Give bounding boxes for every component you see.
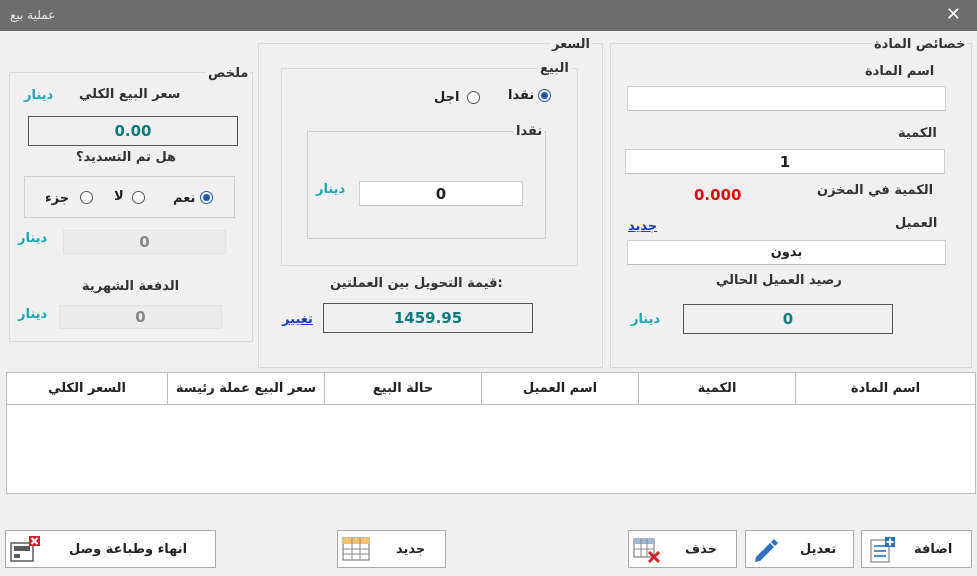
table-header: اسم المادة الكمية اسم العميل حالة البيع … xyxy=(7,373,975,405)
col-quantity[interactable]: الكمية xyxy=(638,373,795,404)
pencil-icon xyxy=(750,535,780,569)
edit-button-label: تعديل xyxy=(800,542,837,557)
add-button-label: اضافة xyxy=(914,542,953,557)
total-price-value: 0.00 xyxy=(28,116,238,146)
summary-title: ملخص xyxy=(206,66,251,81)
col-total-price[interactable]: السعر الكلي xyxy=(7,373,167,404)
paid-unit: دينار xyxy=(18,231,48,246)
add-button[interactable]: اضافة xyxy=(861,530,972,568)
cash-radio[interactable] xyxy=(538,89,551,102)
total-unit: دينار xyxy=(24,88,54,103)
customer-balance-label: رصيد العميل الحالي xyxy=(716,273,842,288)
close-icon[interactable]: ✕ xyxy=(946,4,961,25)
paid-question-label: هل تم التسديد؟ xyxy=(76,150,177,165)
paid-part-radio[interactable] xyxy=(80,191,93,204)
balance-unit: دينار xyxy=(631,312,661,327)
quantity-label: الكمية xyxy=(898,126,937,141)
deferred-radio[interactable] xyxy=(467,91,480,104)
monthly-payment-label: الدفعة الشهرية xyxy=(82,279,180,294)
window-title: عملية بيع xyxy=(10,8,56,22)
customer-balance-value: 0 xyxy=(683,304,893,334)
new-table-icon xyxy=(342,536,370,566)
customer-select[interactable]: بدون xyxy=(627,240,946,265)
total-price-label: سعر البيع الكلي xyxy=(79,87,181,102)
sale-type-title: البيع xyxy=(538,61,571,76)
paid-no-label: لا xyxy=(114,189,124,204)
conversion-label: قيمة التحويل بين العملتين: xyxy=(330,276,503,291)
item-name-input[interactable] xyxy=(627,86,946,111)
paid-no-radio[interactable] xyxy=(132,191,145,204)
col-item-name[interactable]: اسم المادة xyxy=(795,373,975,404)
new-button[interactable]: جديد xyxy=(337,530,446,568)
add-document-icon xyxy=(868,536,896,568)
paid-yes-label: نعم xyxy=(173,191,196,206)
items-table[interactable]: اسم المادة الكمية اسم العميل حالة البيع … xyxy=(6,372,976,494)
paid-amount-input[interactable]: 0 xyxy=(63,230,226,254)
cash-box-title: نقدا xyxy=(514,124,545,139)
paid-part-label: جزء xyxy=(45,191,70,206)
finish-print-button[interactable]: انهاء وطباعة وصل xyxy=(5,530,216,568)
cash-unit: دينار xyxy=(316,182,346,197)
stock-label: الكمية في المخزن xyxy=(817,183,934,198)
paid-yes-radio[interactable] xyxy=(200,191,213,204)
quantity-input[interactable]: 1 xyxy=(625,149,945,174)
col-customer-name[interactable]: اسم العميل xyxy=(481,373,638,404)
finish-print-button-label: انهاء وطباعة وصل xyxy=(69,542,188,557)
stock-value: 0.000 xyxy=(694,186,742,204)
item-name-label: اسم المادة xyxy=(865,64,935,79)
delete-table-icon xyxy=(632,536,662,568)
delete-button-label: حذف xyxy=(685,542,717,557)
customer-label: العميل xyxy=(895,216,938,231)
change-rate-link[interactable]: تغيير xyxy=(282,312,313,327)
conversion-value: 1459.95 xyxy=(323,303,533,333)
item-properties-title: خصائص المادة xyxy=(872,37,968,52)
title-bar: عملية بيع ✕ xyxy=(0,0,977,31)
cash-radio-label: نقدا xyxy=(508,88,535,103)
new-customer-link[interactable]: جديد xyxy=(628,219,657,234)
monthly-unit: دينار xyxy=(18,307,48,322)
col-sale-price-main[interactable]: سعر البيع عملة رئيسة xyxy=(167,373,324,404)
monthly-payment-input[interactable]: 0 xyxy=(59,305,222,329)
new-button-label: جديد xyxy=(396,542,426,557)
edit-button[interactable]: تعديل xyxy=(745,530,854,568)
col-sale-status[interactable]: حالة البيع xyxy=(324,373,481,404)
delete-button[interactable]: حذف xyxy=(628,530,737,568)
cash-amount-input[interactable]: 0 xyxy=(359,181,523,206)
price-title: السعر xyxy=(550,37,592,52)
close-register-icon xyxy=(9,535,41,569)
deferred-radio-label: اجل xyxy=(434,90,460,105)
